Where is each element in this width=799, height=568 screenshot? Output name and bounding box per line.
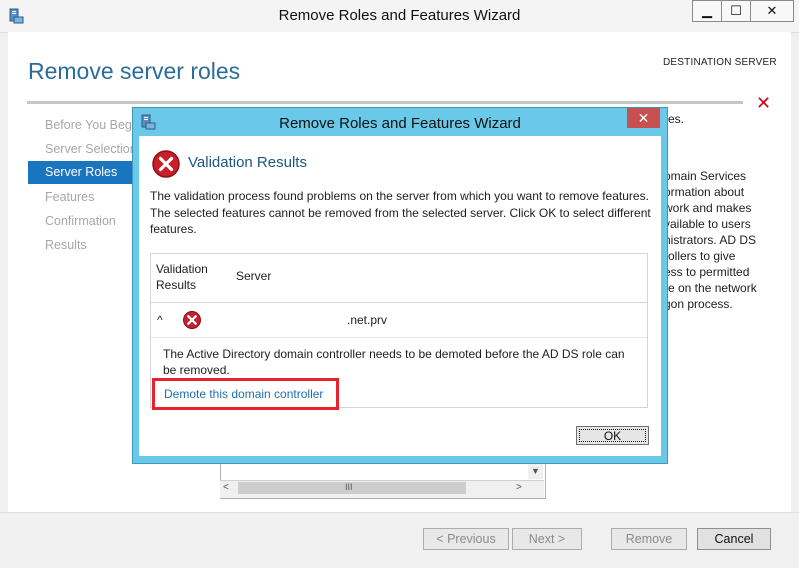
description-text: re on the network	[664, 281, 757, 295]
dialog-close-button[interactable]: ✕	[627, 108, 660, 128]
scroll-left-icon[interactable]: <	[223, 482, 229, 493]
cancel-button[interactable]: Cancel	[697, 528, 771, 550]
nav-item-features[interactable]: Features	[45, 190, 94, 204]
table-header	[151, 254, 647, 303]
description-text: gon process.	[664, 297, 733, 311]
destination-server-label: DESTINATION SERVER	[663, 57, 777, 68]
minimize-button[interactable]: ▁	[692, 0, 722, 22]
description-text: rollers to give	[664, 249, 736, 263]
thumb-grip-icon: III	[345, 482, 353, 492]
window-close-button[interactable]: ✕	[750, 0, 794, 22]
wizard-progress-line	[27, 101, 743, 104]
row-error-icon	[182, 310, 202, 330]
nav-item-before-you-begin[interactable]: Before You Begin	[45, 118, 142, 132]
column-header-validation-results[interactable]: Validation Results	[156, 261, 216, 293]
dialog-title: Remove Roles and Features Wizard	[279, 115, 521, 132]
error-close-icon[interactable]: ✕	[756, 93, 771, 114]
row-divider	[151, 337, 647, 338]
previous-button[interactable]: < Previous	[423, 528, 509, 550]
nav-item-label: Server Roles	[45, 165, 118, 179]
validation-message: The Active Directory domain controller n…	[163, 347, 625, 377]
page-title: Remove server roles	[28, 58, 241, 84]
description-text: nistrators. AD DS	[664, 233, 757, 247]
maximize-button[interactable]: ☐	[721, 0, 751, 22]
nav-item-results[interactable]: Results	[45, 238, 87, 252]
collapse-chevron-icon[interactable]: ^	[157, 313, 163, 327]
ok-button[interactable]: OK	[576, 426, 649, 445]
description-text: ess to permitted	[664, 265, 750, 279]
remove-button[interactable]: Remove	[611, 528, 687, 550]
demote-domain-controller-link[interactable]: Demote this domain controller	[164, 387, 323, 401]
scroll-down-icon[interactable]: ▼	[528, 463, 543, 479]
description-text: work and makes	[664, 201, 752, 215]
description-text: omain Services	[664, 169, 747, 183]
nav-item-confirmation[interactable]: Confirmation	[45, 214, 116, 228]
error-icon	[151, 149, 181, 179]
validation-heading: Validation Results	[188, 154, 307, 171]
scroll-right-icon[interactable]: >	[516, 482, 522, 493]
column-header-server[interactable]: Server	[236, 269, 271, 283]
description-text: ormation about	[664, 185, 745, 199]
next-button[interactable]: Next >	[512, 528, 582, 550]
row-server-name: .net.prv	[347, 313, 388, 327]
description-text: es.	[668, 112, 685, 126]
nav-item-server-selection[interactable]: Server Selection	[45, 142, 137, 156]
wizard-title: Remove Roles and Features Wizard	[278, 7, 521, 24]
description-text: vailable to users	[664, 217, 751, 231]
validation-description: The validation process found problems on…	[150, 189, 651, 236]
